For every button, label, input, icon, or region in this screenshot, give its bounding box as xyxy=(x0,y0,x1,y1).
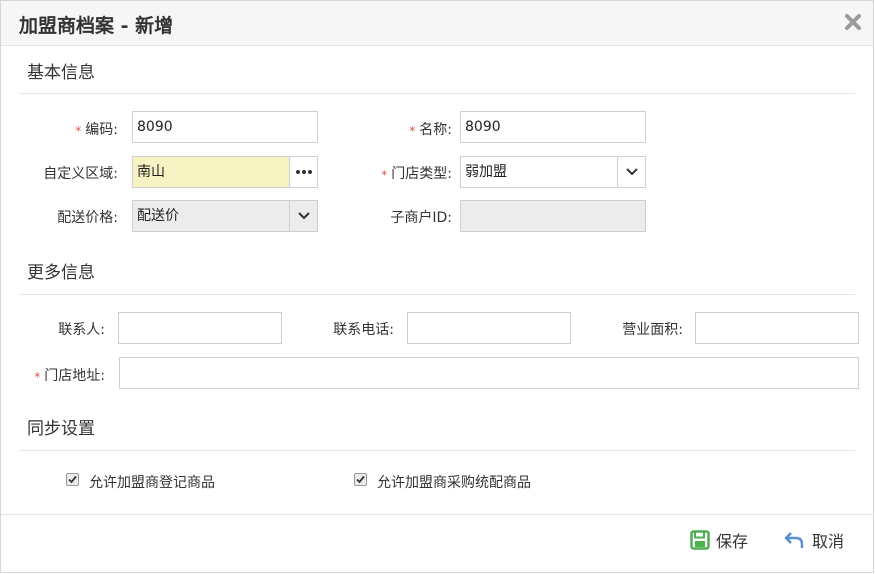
code-label: * 编码: xyxy=(75,122,118,138)
required-mark: * xyxy=(409,124,416,138)
dialog-titlebar: 加盟商档案 - 新增 xyxy=(1,1,873,46)
area-input[interactable] xyxy=(695,312,859,344)
section-title-more: 更多信息 xyxy=(27,263,95,283)
undo-icon xyxy=(784,532,804,548)
cancel-label: 取消 xyxy=(812,532,845,551)
dialog-title: 加盟商档案 - 新增 xyxy=(19,15,174,37)
divider xyxy=(19,450,855,451)
sub-id-input xyxy=(460,200,646,232)
price-label: 配送价格: xyxy=(57,210,118,226)
area-label: 营业面积: xyxy=(622,322,683,338)
store-type-select[interactable]: 弱加盟 xyxy=(460,156,646,188)
cancel-button[interactable]: 取消 xyxy=(784,526,844,554)
dialog: 加盟商档案 - 新增 基本信息 * 编码: 8090 * 名称: 8090 自定义区… xyxy=(0,0,874,573)
name-input[interactable]: 8090 xyxy=(460,111,646,143)
name-label: * 名称: xyxy=(409,122,452,138)
contact-input[interactable] xyxy=(118,312,282,344)
contact-label: 联系人: xyxy=(58,322,105,338)
ellipsis-icon[interactable] xyxy=(289,157,317,187)
section-title-basic: 基本信息 xyxy=(27,63,95,83)
chevron-down-icon[interactable] xyxy=(289,201,317,231)
required-mark: * xyxy=(381,168,388,182)
allow-purchase-checkbox[interactable] xyxy=(354,473,367,486)
chevron-down-icon[interactable] xyxy=(617,157,645,187)
divider xyxy=(19,93,855,94)
store-type-label: * 门店类型: xyxy=(381,166,452,182)
phone-input[interactable] xyxy=(407,312,571,344)
allow-register-checkbox[interactable] xyxy=(66,473,79,486)
save-button[interactable]: 保存 xyxy=(690,526,748,554)
required-mark: * xyxy=(34,370,41,384)
sub-id-label: 子商户ID: xyxy=(390,210,452,226)
region-input[interactable]: 南山 xyxy=(132,156,318,188)
phone-label: 联系电话: xyxy=(333,322,394,338)
close-icon[interactable] xyxy=(843,12,863,32)
allow-purchase-label[interactable]: 允许加盟商采购统配商品 xyxy=(377,472,531,492)
price-select[interactable]: 配送价 xyxy=(132,200,318,232)
divider xyxy=(19,294,855,295)
save-icon xyxy=(690,530,710,550)
code-input[interactable]: 8090 xyxy=(132,111,318,143)
region-label: 自定义区域: xyxy=(43,166,118,182)
address-label: * 门店地址: xyxy=(34,368,105,384)
address-input[interactable] xyxy=(119,357,859,389)
allow-register-label[interactable]: 允许加盟商登记商品 xyxy=(89,472,215,492)
footer-divider xyxy=(1,514,873,515)
save-label: 保存 xyxy=(716,532,749,551)
required-mark: * xyxy=(75,124,82,138)
section-title-sync: 同步设置 xyxy=(27,419,95,439)
